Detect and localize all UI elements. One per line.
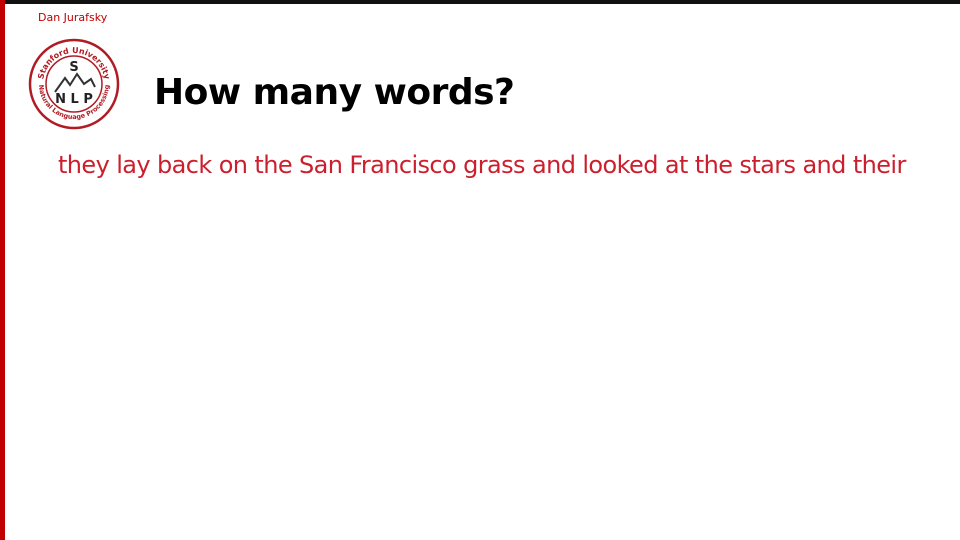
- top-border: [0, 0, 960, 4]
- logo-letters-nlp: N L P: [55, 92, 93, 107]
- author-label: Dan Jurafsky: [38, 11, 108, 24]
- logo-letter-s: S: [69, 60, 78, 75]
- example-sentence: they lay back on the San Francisco grass…: [58, 151, 906, 179]
- slide-title: How many words?: [154, 72, 515, 113]
- left-accent-bar: [0, 0, 5, 540]
- stanford-nlp-logo: Stanford University Natural Language Pro…: [28, 38, 120, 130]
- slide: Dan Jurafsky Stanford University Natural…: [0, 0, 960, 540]
